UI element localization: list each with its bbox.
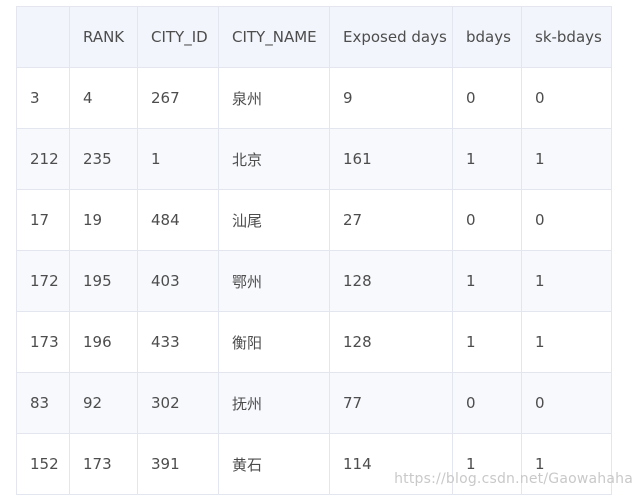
cell-exposed-days: 9 [329,67,453,129]
table-header: RANK CITY_ID CITY_NAME Exposed days bday… [16,6,612,68]
cell-rank: 92 [69,372,138,434]
cell-rank: 173 [69,433,138,495]
cell-exposed-days: 161 [329,128,453,190]
header-city-id[interactable]: CITY_ID [137,6,219,68]
cell-sk-bdays: 1 [521,128,612,190]
table-row[interactable]: 173 196 433 衡阳 128 1 1 [16,311,612,373]
cell-rank: 195 [69,250,138,312]
header-bdays[interactable]: bdays [452,6,522,68]
header-exposed-days[interactable]: Exposed days [329,6,453,68]
cell-city-name: 黄石 [218,433,330,495]
header-city-name[interactable]: CITY_NAME [218,6,330,68]
cell-city-id: 302 [137,372,219,434]
table-row[interactable]: 172 195 403 鄂州 128 1 1 [16,250,612,312]
header-row: RANK CITY_ID CITY_NAME Exposed days bday… [16,6,612,68]
cell-city-id: 403 [137,250,219,312]
cell-city-name: 泉州 [218,67,330,129]
cell-rank: 235 [69,128,138,190]
cell-sk-bdays: 0 [521,67,612,129]
cell-bdays: 0 [452,372,522,434]
cell-bdays: 1 [452,250,522,312]
cell-city-name: 衡阳 [218,311,330,373]
cell-city-name: 汕尾 [218,189,330,251]
cell-exposed-days: 128 [329,311,453,373]
cell-index: 212 [16,128,70,190]
table-row[interactable]: 212 235 1 北京 161 1 1 [16,128,612,190]
cell-exposed-days: 27 [329,189,453,251]
cell-index: 17 [16,189,70,251]
cell-city-id: 391 [137,433,219,495]
cell-rank: 19 [69,189,138,251]
cell-rank: 4 [69,67,138,129]
table-row[interactable]: 17 19 484 汕尾 27 0 0 [16,189,612,251]
cell-sk-bdays: 0 [521,372,612,434]
cell-exposed-days: 77 [329,372,453,434]
header-rank[interactable]: RANK [69,6,138,68]
cell-sk-bdays: 0 [521,189,612,251]
table-row[interactable]: 3 4 267 泉州 9 0 0 [16,67,612,129]
data-table: RANK CITY_ID CITY_NAME Exposed days bday… [16,6,612,495]
header-sk-bdays[interactable]: sk-bdays [521,6,612,68]
watermark: https://blog.csdn.net/Gaowahaha [394,471,633,487]
cell-bdays: 1 [452,128,522,190]
cell-city-name: 鄂州 [218,250,330,312]
cell-index: 173 [16,311,70,373]
cell-index: 3 [16,67,70,129]
header-index[interactable] [16,6,70,68]
cell-index: 83 [16,372,70,434]
cell-rank: 196 [69,311,138,373]
cell-city-id: 484 [137,189,219,251]
cell-city-id: 433 [137,311,219,373]
cell-bdays: 0 [452,189,522,251]
table-body: 3 4 267 泉州 9 0 0 212 235 1 北京 161 1 1 17… [16,67,612,495]
cell-city-id: 267 [137,67,219,129]
cell-exposed-days: 128 [329,250,453,312]
table-row[interactable]: 83 92 302 抚州 77 0 0 [16,372,612,434]
cell-index: 172 [16,250,70,312]
cell-sk-bdays: 1 [521,311,612,373]
page: RANK CITY_ID CITY_NAME Exposed days bday… [0,0,641,499]
cell-bdays: 0 [452,67,522,129]
cell-city-id: 1 [137,128,219,190]
cell-city-name: 抚州 [218,372,330,434]
cell-sk-bdays: 1 [521,250,612,312]
cell-index: 152 [16,433,70,495]
cell-bdays: 1 [452,311,522,373]
cell-city-name: 北京 [218,128,330,190]
